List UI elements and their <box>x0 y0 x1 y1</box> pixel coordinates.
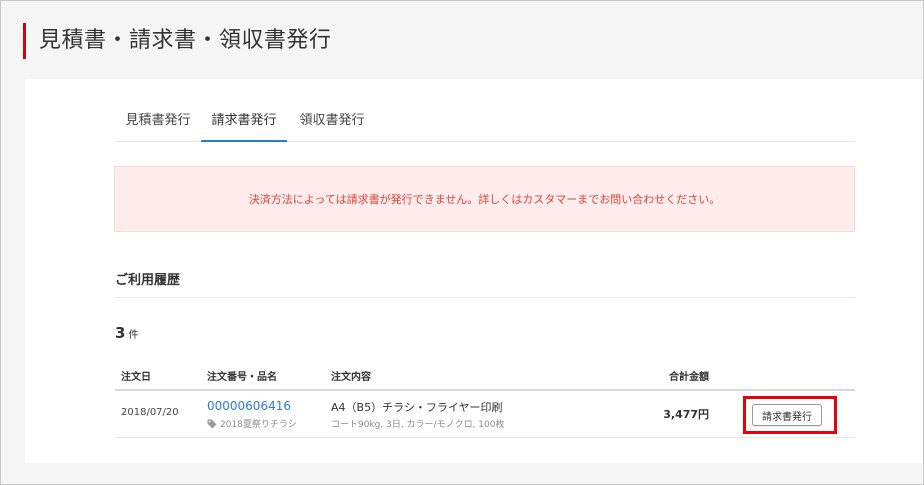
column-header-content: 注文内容 <box>331 372 371 383</box>
result-count-unit: 件 <box>128 330 139 341</box>
order-number-link[interactable]: 00000606416 <box>207 399 291 413</box>
issue-invoice-button[interactable]: 請求書発行 <box>752 404 822 426</box>
table-header: 注文日 注文番号・品名 注文内容 合計金額 <box>115 361 855 391</box>
tag-icon <box>207 419 217 428</box>
tab-receipt[interactable]: 領収書発行 <box>289 101 375 142</box>
column-header-order: 注文番号・品名 <box>207 372 277 383</box>
page-header: 見積書・請求書・領収書発行 <box>1 1 923 77</box>
tab-bar: 見積書発行 請求書発行 領収書発行 <box>115 101 855 142</box>
order-item-name-text: 2018夏祭りチラシ <box>220 420 297 430</box>
main-panel: 見積書発行 請求書発行 領収書発行 決済方法によっては請求書が発行できません。詳… <box>25 79 923 463</box>
page-frame: 見積書・請求書・領収書発行 見積書発行 請求書発行 領収書発行 決済方法によって… <box>0 0 924 485</box>
history-table: 注文日 注文番号・品名 注文内容 合計金額 2018/07/20 0000060… <box>115 361 855 438</box>
column-header-date: 注文日 <box>121 372 151 383</box>
order-content-main: A4（B5）チラシ・フライヤー印刷 <box>331 401 503 414</box>
table-row: 2018/07/20 00000606416 2018夏祭りチラシ A4（B5）… <box>115 391 855 438</box>
result-count: 3件 <box>115 324 138 342</box>
tab-invoice[interactable]: 請求書発行 <box>201 101 287 142</box>
alert-text: 決済方法によっては請求書が発行できません。詳しくはカスタマーまでお問い合わせくだ… <box>248 193 721 206</box>
section-title-history: ご利用履歴 <box>115 273 181 288</box>
order-item-name: 2018夏祭りチラシ <box>207 417 297 430</box>
column-header-total: 合計金額 <box>669 372 709 383</box>
tab-estimate[interactable]: 見積書発行 <box>115 101 201 142</box>
order-content-detail: コート90kg, 3日, カラー/モノクロ, 100枚 <box>331 420 505 430</box>
page-title: 見積書・請求書・領収書発行 <box>39 28 332 53</box>
order-date: 2018/07/20 <box>121 407 179 418</box>
result-count-value: 3 <box>115 324 126 342</box>
alert-message: 決済方法によっては請求書が発行できません。詳しくはカスタマーまでお問い合わせくだ… <box>114 166 855 232</box>
issue-button-highlight: 請求書発行 <box>743 396 837 434</box>
title-accent-bar <box>23 23 26 59</box>
section-divider <box>115 297 855 298</box>
order-total: 3,477円 <box>663 408 709 421</box>
